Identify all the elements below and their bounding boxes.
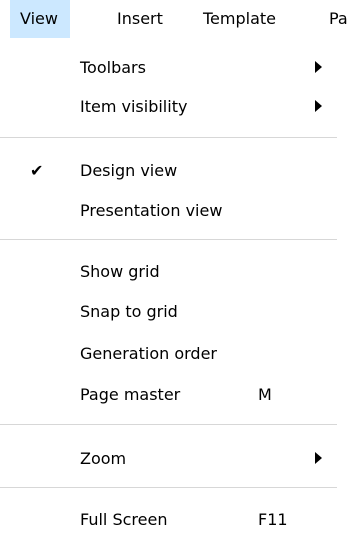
- menubar-page[interactable]: Pa: [329, 0, 347, 38]
- menu-item-label: Item visibility: [80, 97, 188, 116]
- menu-item-label: Snap to grid: [80, 302, 178, 321]
- menu-item-shortcut: F11: [258, 510, 288, 529]
- menu-item-snap-to-grid[interactable]: Snap to grid: [0, 292, 337, 332]
- menubar-template[interactable]: Template: [203, 0, 276, 38]
- menu-item-label: Page master: [80, 385, 181, 404]
- menu-bar: View Insert Template Pa: [0, 0, 347, 38]
- menubar-view[interactable]: View: [10, 0, 70, 38]
- menu-separator: [0, 239, 337, 240]
- menu-item-presentation-view[interactable]: Presentation view: [0, 191, 337, 231]
- menu-item-item-visibility[interactable]: Item visibility: [0, 87, 337, 127]
- menu-item-shortcut: M: [258, 385, 272, 404]
- menu-item-label: Design view: [80, 161, 178, 180]
- menu-item-label: Toolbars: [80, 58, 146, 77]
- view-menu-screen: View Insert Template Pa Toolbars Item vi…: [0, 0, 347, 537]
- menu-item-generation-order[interactable]: Generation order: [0, 334, 337, 374]
- menu-item-zoom[interactable]: Zoom: [0, 439, 337, 479]
- view-dropdown-menu: Toolbars Item visibility ✔ Design view P…: [0, 38, 337, 537]
- menu-item-show-grid[interactable]: Show grid: [0, 252, 337, 292]
- menubar-insert[interactable]: Insert: [117, 0, 163, 38]
- submenu-arrow-icon: [315, 452, 322, 464]
- submenu-arrow-icon: [315, 61, 322, 73]
- submenu-arrow-icon: [315, 100, 322, 112]
- menu-item-full-screen[interactable]: Full Screen F11: [0, 500, 337, 537]
- menu-item-label: Full Screen: [80, 510, 168, 529]
- menu-separator: [0, 137, 337, 138]
- menu-item-page-master[interactable]: Page master M: [0, 375, 337, 415]
- menu-separator: [0, 487, 337, 488]
- menu-separator: [0, 424, 337, 425]
- menu-item-design-view[interactable]: ✔ Design view: [0, 151, 337, 191]
- menu-item-label: Generation order: [80, 344, 218, 363]
- menu-item-label: Presentation view: [80, 201, 223, 220]
- menu-item-label: Show grid: [80, 262, 160, 281]
- menu-item-toolbars[interactable]: Toolbars: [0, 48, 337, 88]
- menu-item-label: Zoom: [80, 449, 127, 468]
- checkmark-icon: ✔: [30, 161, 44, 180]
